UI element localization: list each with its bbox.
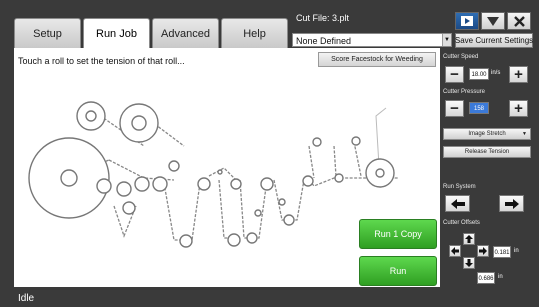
small-roller[interactable] — [134, 176, 150, 192]
web-path — [353, 141, 362, 177]
small-roller[interactable] — [283, 214, 295, 226]
small-roller[interactable] — [246, 232, 258, 244]
tab-bar: Setup Run Job Advanced Help — [14, 18, 290, 48]
image-stretch-dropdown[interactable]: Image Stretch ▼ — [443, 128, 531, 140]
close-icon — [513, 15, 525, 27]
release-tension-button[interactable]: Release Tension — [443, 146, 531, 158]
web-path — [375, 107, 387, 167]
small-roller[interactable] — [179, 234, 193, 248]
offset-x-unit: in — [514, 248, 519, 254]
small-roller[interactable] — [152, 176, 168, 192]
small-roller[interactable] — [227, 233, 241, 247]
small-roller[interactable] — [278, 198, 286, 206]
run-system-reverse-button[interactable] — [445, 195, 470, 212]
offset-left-button[interactable] — [449, 245, 461, 257]
triangle-down-icon — [487, 16, 499, 26]
small-roller[interactable] — [254, 209, 262, 217]
arrow-down-icon — [465, 259, 473, 267]
view-button[interactable] — [455, 12, 479, 30]
chevron-down-icon: ▼ — [522, 131, 527, 137]
idler-roll[interactable] — [351, 136, 361, 146]
small-roller[interactable] — [217, 169, 223, 175]
minimize-button[interactable] — [481, 12, 505, 30]
upper-roll-left-core — [85, 110, 97, 122]
arrow-right-icon — [504, 198, 519, 209]
web-path — [273, 179, 305, 221]
small-roller[interactable] — [197, 177, 211, 191]
small-roller[interactable] — [260, 177, 274, 191]
web-path — [218, 179, 234, 239]
web-path — [208, 167, 237, 181]
cutter-offsets-label: Cutter Offsets — [443, 220, 480, 226]
cut-file-label: Cut File: 3.plt — [296, 13, 350, 23]
offset-down-button[interactable] — [463, 257, 475, 269]
unwind-roll-core — [60, 169, 78, 187]
chevron-down-icon: ▼ — [442, 34, 451, 46]
cutter-speed-label: Cutter Speed — [443, 54, 479, 60]
arrow-left-icon — [450, 198, 465, 209]
web-path — [333, 145, 337, 177]
file-select-value: None Defined — [296, 36, 352, 46]
image-stretch-label: Image Stretch — [468, 131, 506, 137]
upper-roll-right-core — [131, 115, 147, 131]
idler-roll[interactable] — [312, 137, 322, 147]
small-roller[interactable] — [230, 178, 242, 190]
small-roller[interactable] — [334, 173, 344, 183]
arrow-up-icon — [465, 235, 473, 243]
tab-run-job[interactable]: Run Job — [83, 18, 150, 48]
offset-y-value[interactable]: 0.686 — [477, 272, 495, 284]
offset-up-button[interactable] — [463, 233, 475, 245]
score-facestock-button[interactable]: Score Facestock for Weeding — [318, 52, 436, 67]
speed-increase-button[interactable]: + — [509, 66, 528, 83]
cutter-pressure-label: Cutter Pressure — [443, 89, 486, 95]
run-system-label: Run System — [443, 184, 476, 190]
tab-help[interactable]: Help — [221, 18, 288, 48]
small-roller[interactable] — [122, 201, 136, 215]
main-panel: Touch a roll to set the tension of that … — [14, 48, 440, 287]
web-path — [308, 145, 315, 179]
small-roller[interactable] — [96, 178, 112, 194]
rewind-roll-core — [375, 168, 385, 178]
cutter-pressure-value[interactable]: 158 — [469, 102, 489, 114]
run-one-copy-button[interactable]: Run 1 Copy — [359, 219, 437, 249]
offset-x-value[interactable]: 0.181 — [493, 246, 511, 258]
arrow-left-icon — [451, 247, 459, 255]
cutter-speed-unit: in/s — [491, 70, 501, 76]
save-settings-button[interactable]: Save Current Settings — [455, 33, 533, 48]
run-button[interactable]: Run — [359, 256, 437, 286]
tab-setup[interactable]: Setup — [14, 18, 81, 48]
small-roller[interactable] — [302, 175, 314, 187]
small-roller[interactable] — [168, 160, 180, 172]
run-system-forward-button[interactable] — [499, 195, 524, 212]
offset-y-unit: in — [498, 274, 503, 280]
arrow-right-icon — [479, 247, 487, 255]
small-roller[interactable] — [116, 181, 132, 197]
tab-advanced[interactable]: Advanced — [152, 18, 219, 48]
cutter-speed-value[interactable]: 18.00 — [469, 68, 489, 80]
monitor-icon — [461, 16, 473, 26]
offset-right-button[interactable] — [477, 245, 489, 257]
file-select[interactable]: None Defined ▼ — [292, 33, 452, 47]
status-text: Idle — [18, 293, 35, 304]
close-button[interactable] — [507, 12, 531, 30]
pressure-decrease-button[interactable]: − — [445, 100, 464, 117]
speed-decrease-button[interactable]: − — [445, 66, 464, 83]
instruction-text: Touch a roll to set the tension of that … — [18, 56, 185, 66]
pressure-increase-button[interactable]: + — [509, 100, 528, 117]
web-path — [163, 182, 201, 241]
